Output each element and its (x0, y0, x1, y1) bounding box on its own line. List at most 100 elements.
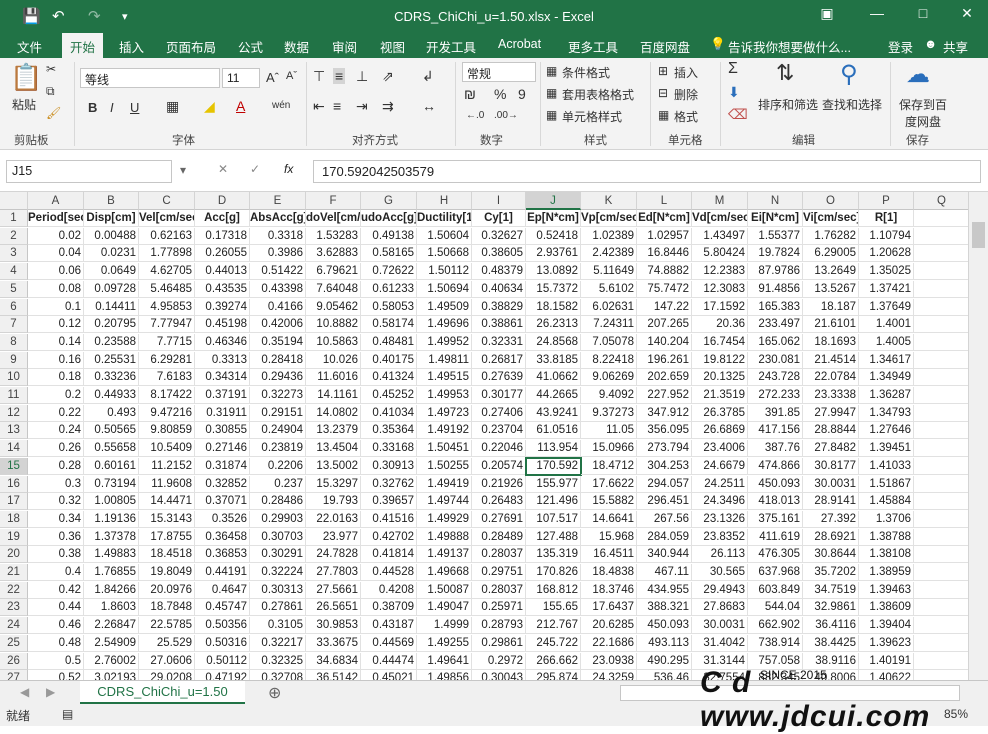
table-cell[interactable]: 1.50112 (417, 263, 472, 281)
row-header[interactable]: 4 (0, 263, 28, 281)
tab-formulas[interactable]: 公式 (238, 37, 263, 56)
table-cell[interactable]: 29.0208 (139, 670, 195, 680)
column-header-j[interactable]: J (526, 192, 581, 210)
table-cell[interactable]: 33.8185 (526, 351, 581, 369)
table-cell[interactable]: 0.493 (84, 404, 139, 422)
table-cell[interactable]: 1.00805 (84, 493, 139, 511)
table-cell[interactable]: 1.49888 (417, 528, 472, 546)
table-cell[interactable]: 44.2665 (526, 387, 581, 404)
table-cell[interactable]: 0.32273 (250, 387, 306, 404)
table-cell[interactable] (914, 387, 968, 404)
table-cell[interactable]: 15.0966 (581, 440, 637, 458)
table-cell[interactable]: 2.26847 (84, 617, 139, 635)
table-cell[interactable]: 1.49255 (417, 634, 472, 652)
table-cell[interactable]: 0.17318 (195, 227, 250, 245)
table-cell[interactable]: 1.02957 (637, 227, 692, 245)
cond-format-button[interactable]: 条件格式 (562, 64, 610, 81)
column-header-f[interactable]: F (306, 192, 361, 210)
row-header[interactable]: 24 (0, 617, 28, 635)
tab-developer[interactable]: 开发工具 (426, 37, 476, 56)
table-cell[interactable]: 387.76 (748, 440, 803, 458)
table-cell[interactable]: 212.767 (526, 617, 581, 635)
table-cell[interactable]: 7.6183 (139, 369, 195, 387)
table-cell[interactable]: 1.8603 (84, 599, 139, 617)
table-cell[interactable]: 1.49137 (417, 546, 472, 564)
table-cell[interactable]: 9.37273 (581, 404, 637, 422)
table-cell[interactable]: 0.35364 (361, 422, 417, 440)
row-header[interactable]: 18 (0, 510, 28, 528)
table-cell[interactable]: 0.42 (28, 581, 84, 599)
table-cell[interactable]: 0.49138 (361, 227, 417, 245)
table-cell[interactable]: 0.41324 (361, 369, 417, 387)
table-cell[interactable]: 61.0516 (526, 422, 581, 440)
column-title-cell[interactable]: AbsAcc[g] (250, 210, 306, 227)
table-cell[interactable]: 30.0031 (803, 475, 859, 493)
merge-center-icon[interactable]: ↔ (422, 98, 436, 114)
table-cell[interactable]: 1.35025 (859, 263, 914, 281)
column-title-cell[interactable]: Ed[N*cm] (637, 210, 692, 227)
copy-icon[interactable]: ⧉ (46, 84, 55, 99)
table-cell[interactable]: 26.6869 (692, 422, 748, 440)
table-cell[interactable]: 0.38605 (472, 245, 526, 263)
table-cell[interactable]: 0.23704 (472, 422, 526, 440)
table-cell[interactable]: 1.20628 (859, 245, 914, 263)
column-title-cell[interactable]: Disp[cm] (84, 210, 139, 227)
table-cell[interactable]: 74.8882 (637, 263, 692, 281)
table-cell[interactable]: 388.321 (637, 599, 692, 617)
table-cell[interactable]: 0.22 (28, 404, 84, 422)
table-cell[interactable]: 22.1686 (581, 634, 637, 652)
table-cell[interactable]: 9.05462 (306, 298, 361, 316)
table-cell[interactable]: 0.27639 (472, 369, 526, 387)
column-title-cell[interactable]: Vp[cm/sec] (581, 210, 637, 227)
table-cell[interactable]: 0.32762 (361, 475, 417, 493)
ribbon-display-icon[interactable]: ▣ (812, 5, 842, 22)
table-cell[interactable]: 10.5863 (306, 333, 361, 351)
table-cell[interactable]: 27.5661 (306, 581, 361, 599)
table-cell[interactable]: 450.093 (637, 617, 692, 635)
table-cell[interactable]: 155.977 (526, 475, 581, 493)
active-cell[interactable]: 170.592 (525, 456, 582, 476)
table-cell[interactable]: 0.29751 (472, 564, 526, 581)
table-cell[interactable]: 0.26483 (472, 493, 526, 511)
table-cell[interactable]: 0.30177 (472, 387, 526, 404)
table-cell[interactable]: 13.2649 (803, 263, 859, 281)
table-cell[interactable]: 6.29005 (803, 245, 859, 263)
table-cell[interactable] (914, 529, 968, 546)
table-cell[interactable] (914, 334, 968, 351)
table-cell[interactable]: 296.451 (637, 493, 692, 511)
table-cell[interactable]: 196.261 (637, 351, 692, 369)
table-cell[interactable]: 1.76282 (803, 227, 859, 245)
table-cell[interactable]: 0.16 (28, 351, 84, 369)
table-cell[interactable] (914, 228, 968, 245)
table-cell[interactable]: 1.50668 (417, 245, 472, 263)
table-cell[interactable]: 26.3785 (692, 404, 748, 422)
table-cell[interactable]: 87.9786 (748, 263, 803, 281)
table-cell[interactable]: 0.3526 (195, 510, 250, 528)
table-cell[interactable]: 14.4471 (139, 493, 195, 511)
table-cell[interactable]: 1.19136 (84, 510, 139, 528)
table-cell[interactable]: 474.866 (748, 457, 803, 475)
table-cell[interactable]: 9.47216 (139, 404, 195, 422)
table-cell[interactable] (914, 493, 968, 511)
table-cell[interactable]: 15.968 (581, 528, 637, 546)
column-title-cell[interactable]: Vd[cm/sec] (692, 210, 748, 227)
table-cell[interactable] (914, 546, 968, 564)
table-cell[interactable]: 19.793 (306, 493, 361, 511)
column-header-d[interactable]: D (195, 192, 250, 210)
cut-icon[interactable]: ✂ (46, 62, 56, 76)
name-box[interactable]: J15 (6, 160, 172, 183)
table-cell[interactable]: 1.34949 (859, 369, 914, 387)
table-cell[interactable]: 1.34617 (859, 351, 914, 369)
table-cell[interactable]: 38.4425 (803, 634, 859, 652)
table-cell[interactable]: 0.61233 (361, 280, 417, 298)
table-cell[interactable]: 0.28037 (472, 546, 526, 564)
autosum-icon[interactable]: Σ (728, 60, 738, 78)
tab-baidu[interactable]: 百度网盘 (640, 37, 690, 56)
table-cell[interactable]: 0.58174 (361, 316, 417, 334)
table-cell[interactable]: 245.722 (526, 634, 581, 652)
sort-filter-icon[interactable]: ⇅ (776, 60, 794, 86)
table-cell[interactable]: 0.30703 (250, 528, 306, 546)
row-header[interactable]: 15 (0, 457, 28, 475)
row-header[interactable]: 22 (0, 581, 28, 599)
table-cell[interactable]: 24.7828 (306, 546, 361, 564)
